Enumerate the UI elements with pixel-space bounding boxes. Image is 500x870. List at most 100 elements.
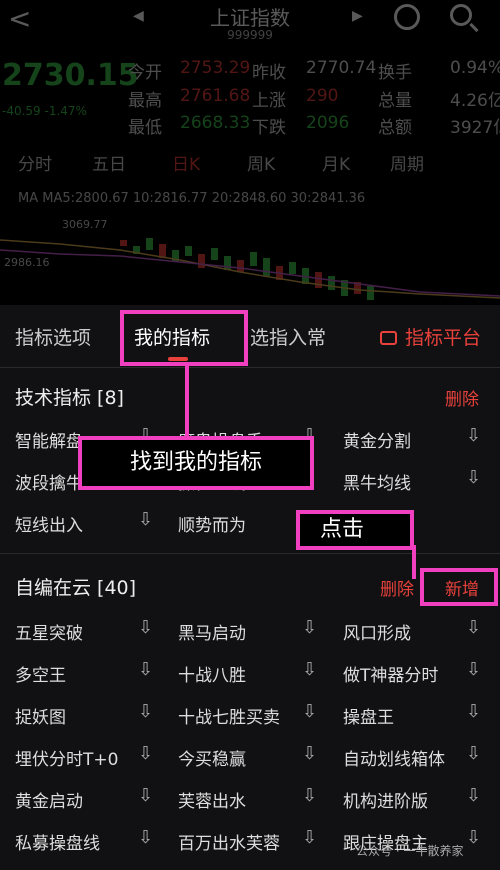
quote-key: 换手: [378, 63, 412, 83]
indicator-item[interactable]: 百万出水芙蓉: [178, 829, 280, 854]
page-title: 上证指数: [210, 6, 290, 30]
quote-value: 2668.33: [180, 113, 251, 133]
download-icon[interactable]: ⇩: [466, 785, 481, 806]
search-icon[interactable]: [450, 4, 472, 26]
next-stock-icon[interactable]: ▶: [352, 8, 363, 24]
indicator-item[interactable]: 黑马启动: [178, 619, 246, 644]
tv-icon: [380, 331, 397, 345]
annotation-connector-line: [185, 366, 189, 436]
tab-select-indicators[interactable]: 选指入常: [250, 323, 326, 350]
watermark: 公众号 · 一牛散养家: [356, 844, 464, 858]
tab-five-day[interactable]: 五日: [92, 150, 126, 175]
robot-icon[interactable]: [394, 4, 420, 30]
chart-low-label: 2986.16: [4, 256, 50, 269]
download-icon[interactable]: ⇩: [138, 827, 153, 848]
indicator-item[interactable]: 顺势而为: [178, 511, 246, 536]
indicator-item[interactable]: 短线出入: [15, 511, 83, 536]
top-header: < ◀ 上证指数 999999 ▶: [0, 0, 500, 50]
download-icon[interactable]: ⇩: [466, 827, 481, 848]
candle: [367, 286, 374, 300]
candle: [211, 248, 218, 260]
annotation-click: 点击: [296, 510, 414, 550]
download-icon[interactable]: ⇩: [138, 617, 153, 638]
tech-delete-button[interactable]: 删除: [445, 385, 479, 410]
download-icon[interactable]: ⇩: [138, 659, 153, 680]
cloud-section-title: 自编在云 [40]: [15, 577, 137, 599]
candle: [146, 238, 153, 250]
chart-high-label: 3069.77: [62, 218, 108, 231]
indicator-item[interactable]: 操盘王: [343, 703, 394, 728]
download-icon[interactable]: ⇩: [302, 827, 317, 848]
download-icon[interactable]: ⇩: [466, 617, 481, 638]
price-change: -40.59 -1.47%: [2, 104, 87, 118]
candle: [328, 276, 335, 290]
tab-daily-k[interactable]: 日K: [172, 150, 200, 175]
indicator-item[interactable]: 黄金分割: [343, 427, 411, 452]
cloud-delete-button[interactable]: 删除: [380, 575, 414, 600]
indicator-item[interactable]: 智能解盘: [15, 427, 83, 452]
download-icon[interactable]: ⇩: [302, 743, 317, 764]
panel-tabs: 指标选项 我的指标 选指入常 指标平台: [0, 305, 500, 368]
indicator-item[interactable]: 十战八胜: [178, 661, 246, 686]
candle: [263, 258, 270, 276]
indicator-item[interactable]: 黑牛均线: [343, 469, 411, 494]
indicator-item[interactable]: 私募操盘线: [15, 829, 100, 854]
quote-key: 最低: [128, 118, 162, 138]
indicator-item[interactable]: 风口形成: [343, 619, 411, 644]
indicator-item[interactable]: 埋伏分时T+0: [15, 745, 118, 770]
indicator-item[interactable]: 自动划线箱体: [343, 745, 445, 770]
download-icon[interactable]: ⇩: [466, 425, 481, 446]
tab-weekly-k[interactable]: 周K: [247, 150, 275, 175]
quote-value: 0.94%: [450, 58, 500, 78]
quote-value: 2761.68: [180, 86, 251, 106]
download-icon[interactable]: ⇩: [466, 467, 481, 488]
candle: [159, 244, 166, 258]
quote-key: 最高: [128, 91, 162, 111]
indicator-item[interactable]: 今买稳赢: [178, 745, 246, 770]
annotation-find-my-indicators: 找到我的指标: [78, 436, 314, 490]
candle: [224, 256, 231, 270]
indicator-item[interactable]: 波段擒牛: [15, 469, 83, 494]
quote-value: 2753.29: [180, 58, 251, 78]
indicator-item[interactable]: 多空王: [15, 661, 66, 686]
quote-value: 4.26亿: [450, 91, 500, 111]
quote-value: 290: [306, 86, 339, 106]
download-icon[interactable]: ⇩: [138, 785, 153, 806]
indicator-item[interactable]: 捉妖图: [15, 703, 66, 728]
tab-indicator-options[interactable]: 指标选项: [15, 323, 91, 350]
candle: [120, 240, 127, 246]
indicator-item[interactable]: 十战七胜买卖: [178, 703, 280, 728]
indicator-item[interactable]: 五星突破: [15, 619, 83, 644]
download-icon[interactable]: ⇩: [302, 785, 317, 806]
tab-period[interactable]: 周期: [390, 150, 424, 175]
quote-key: 昨收: [252, 63, 286, 83]
download-icon[interactable]: ⇩: [302, 617, 317, 638]
current-price: 2730.15: [2, 58, 139, 93]
period-tabs: 分时 五日 日K 周K 月K 周期: [0, 150, 500, 180]
download-icon[interactable]: ⇩: [466, 659, 481, 680]
download-icon[interactable]: ⇩: [302, 659, 317, 680]
candle: [198, 254, 205, 268]
candle: [315, 272, 322, 288]
indicator-item[interactable]: 芙蓉出水: [178, 787, 246, 812]
download-icon[interactable]: ⇩: [302, 701, 317, 722]
quote-value: 2770.74: [306, 58, 377, 78]
indicator-item[interactable]: 做T神器分时: [343, 661, 438, 686]
candle: [250, 252, 257, 266]
annotation-highlight-my-indicators: [120, 310, 248, 366]
candle: [185, 246, 192, 256]
indicator-platform-link[interactable]: 指标平台: [380, 323, 481, 350]
quote-key: 今开: [128, 63, 162, 83]
download-icon[interactable]: ⇩: [138, 509, 153, 530]
download-icon[interactable]: ⇩: [138, 701, 153, 722]
tab-intraday[interactable]: 分时: [18, 150, 52, 175]
tab-monthly-k[interactable]: 月K: [322, 150, 350, 175]
download-icon[interactable]: ⇩: [466, 743, 481, 764]
indicator-item[interactable]: 黄金启动: [15, 787, 83, 812]
candle: [237, 260, 244, 272]
candlestick-chart: 3069.77 2986.16: [0, 218, 500, 300]
indicator-item[interactable]: 机构进阶版: [343, 787, 428, 812]
download-icon[interactable]: ⇩: [466, 701, 481, 722]
download-icon[interactable]: ⇩: [138, 743, 153, 764]
quote-key: 总额: [378, 118, 412, 138]
